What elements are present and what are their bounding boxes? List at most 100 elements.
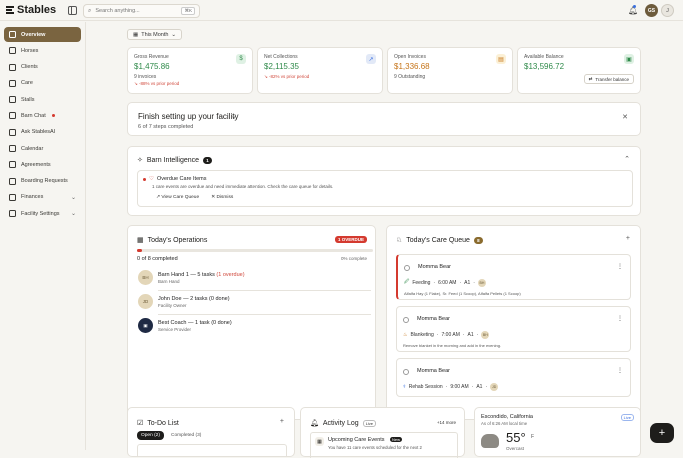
tab-completed[interactable]: Completed (3) <box>171 433 201 438</box>
dollar-icon: $ <box>236 54 246 64</box>
section-title: ☑ To-Do List <box>137 419 179 428</box>
divider <box>158 314 371 315</box>
top-bar: Stables ⌕ Search anything... ⌘K 🔔︎ GS J <box>0 0 683 21</box>
more-link[interactable]: +14 more <box>437 420 456 425</box>
dismiss-link[interactable]: ✕ Dismiss <box>211 195 233 200</box>
care-icon: ♘ <box>396 237 403 244</box>
stat-value: $1,336.68 <box>394 62 430 71</box>
stat-label: Net Collections <box>264 54 298 60</box>
unread-dot <box>51 114 55 118</box>
staff-status: (0 done) <box>207 296 230 302</box>
sidebar-item-clients[interactable]: Clients <box>4 60 81 75</box>
sidebar-item-label: Agreements <box>21 161 51 168</box>
chevron-up-icon[interactable]: ⌃ <box>624 155 630 163</box>
complete-checkbox[interactable] <box>404 265 410 271</box>
more-menu-icon[interactable]: ⋮ <box>617 367 623 374</box>
sidebar-item-label: Barn Chat <box>21 112 46 119</box>
complete-checkbox[interactable] <box>403 369 409 375</box>
sidebar-item-horses[interactable]: Horses <box>4 43 81 58</box>
view-care-queue-link[interactable]: ↗ View Care Queue <box>156 195 199 200</box>
section-title: ▦ Today's Operations <box>137 236 207 245</box>
care-item[interactable]: Momma Bear ⋮ 🖉︎ Feeding · 6:00 AM · A1 · BH… <box>396 254 631 300</box>
sidebar-item-label: Facility Settings <box>21 210 60 217</box>
chevron-down-icon: ⌄ <box>70 211 76 218</box>
todo-item[interactable] <box>137 444 287 456</box>
sidebar-item-label: Calendar <box>21 145 44 152</box>
sidebar-item-stalls[interactable]: Stalls <box>4 92 81 107</box>
calendar-icon: ▦ <box>315 437 324 446</box>
progress-fill <box>137 249 142 252</box>
horse-name: Momma Bear <box>417 368 451 374</box>
feeding-icon: 🖉︎ <box>404 279 410 285</box>
sidebar: Overview Horses Clients Care Stalls Barn Chat… <box>0 22 86 450</box>
search-placeholder: Search anything... <box>95 8 140 14</box>
sidebar-item-ask-stablesai[interactable]: Ask StablesAI <box>4 125 81 140</box>
sidebar-item-calendar[interactable]: Calendar <box>4 141 81 156</box>
staff-tasks: Best Coach — 1 task <box>158 320 210 326</box>
tab-open[interactable]: Open (2) <box>137 431 164 440</box>
staff-row[interactable]: BH Barn Hand 1 — 5 tasks (1 overdue) Bar… <box>138 270 373 291</box>
add-todo-button[interactable]: + <box>280 418 284 425</box>
more-menu-icon[interactable]: ⋮ <box>617 315 623 322</box>
search-shortcut: ⌘K <box>181 7 195 15</box>
avatar: BH <box>477 279 486 287</box>
care-stall: A1 <box>464 280 471 286</box>
calendar-icon: ▦ <box>133 31 139 38</box>
operations-panel: ▦ Today's Operations 1 OVERDUE 0 of 8 co… <box>127 225 376 420</box>
new-badge: New <box>390 437 403 442</box>
app-logo[interactable]: Stables <box>6 4 56 16</box>
agreements-icon <box>9 161 16 169</box>
care-item[interactable]: Momma Bear ⋮ ♨ Blanketing · 7:00 AM · A1 · … <box>396 306 631 352</box>
complete-checkbox[interactable] <box>403 317 409 323</box>
section-title: ♘ Today's Care Queue 8 <box>396 236 483 244</box>
sidebar-item-label: Finances <box>21 194 44 201</box>
sidebar-item-finances[interactable]: Finances ⌄ <box>4 190 81 205</box>
boarding-icon <box>9 177 16 185</box>
sidebar-item-label: Ask StablesAI <box>21 129 56 136</box>
sidebar-item-care[interactable]: Care <box>4 76 81 91</box>
sidebar-item-label: Clients <box>21 64 38 71</box>
account-avatar[interactable]: J <box>661 4 674 17</box>
staff-status: (1 overdue) <box>214 272 245 278</box>
sidebar-item-overview[interactable]: Overview <box>4 27 81 42</box>
sparkle-icon: ✧ <box>137 157 143 164</box>
care-item[interactable]: Momma Bear ⋮ ⚕ Rehab Session · 9:00 AM · A… <box>396 358 631 397</box>
chevron-down-icon[interactable]: ⌄ <box>231 112 237 120</box>
sidebar-item-label: Horses <box>21 47 39 54</box>
care-queue-panel: ♘ Today's Care Queue 8 + Momma Bear ⋮ 🖉︎… <box>386 225 641 420</box>
progress-bar <box>137 249 373 252</box>
activity-title: Activity Log <box>322 419 359 427</box>
sidebar-item-agreements[interactable]: Agreements <box>4 157 81 172</box>
weather-condition: Overcast <box>506 446 525 451</box>
setup-banner[interactable]: Finish setting up your facility ⌄ 6 of 7… <box>127 102 641 136</box>
insight-title-row: ♡ Overdue Care Items <box>143 176 206 182</box>
more-menu-icon[interactable]: ⋮ <box>617 263 623 270</box>
search-input[interactable]: ⌕ Search anything... ⌘K <box>83 4 200 18</box>
quick-add-button[interactable]: + <box>650 423 674 443</box>
activity-item[interactable]: ▦ Upcoming Care Events New You have 11 c… <box>310 432 458 458</box>
staff-role: Barn Hand <box>158 279 180 284</box>
avatar[interactable]: GS <box>645 4 658 17</box>
live-badge: Live <box>620 414 634 421</box>
stat-card-net-collections: Net Collections $2,115.35 ↘ -82% vs prio… <box>257 47 383 94</box>
period-select[interactable]: ▦ This Month ⌄ <box>127 29 183 40</box>
overdue-badge: 1 OVERDUE <box>334 236 367 243</box>
staff-row[interactable]: ▣ Best Coach — 1 task (0 done) Service P… <box>138 318 373 338</box>
sidebar-toggle-icon[interactable] <box>68 6 77 15</box>
close-icon[interactable]: ✕ <box>622 113 628 121</box>
insight-description: 1 care events are overdue and need immed… <box>152 184 334 189</box>
add-care-button[interactable]: + <box>626 235 630 242</box>
count-badge: 1 <box>203 156 213 164</box>
care-time: 9:00 AM <box>450 384 469 390</box>
overview-icon <box>9 31 16 38</box>
sidebar-item-boarding-requests[interactable]: Boarding Requests <box>4 174 81 189</box>
transfer-balance-button[interactable]: ⇄ Transfer balance <box>583 74 634 84</box>
sidebar-item-facility-settings[interactable]: Facility Settings ⌄ <box>4 206 81 221</box>
clients-icon <box>9 63 16 71</box>
sidebar-item-barn-chat[interactable]: Barn Chat <box>4 108 81 123</box>
section-title: 🔔︎ Activity Log Live <box>310 419 377 427</box>
search-icon: ⌕ <box>88 7 92 14</box>
staff-row[interactable]: JD John Doe — 2 tasks (0 done) Facility … <box>138 294 373 315</box>
chat-icon <box>9 112 16 120</box>
alert-dot <box>143 177 146 181</box>
